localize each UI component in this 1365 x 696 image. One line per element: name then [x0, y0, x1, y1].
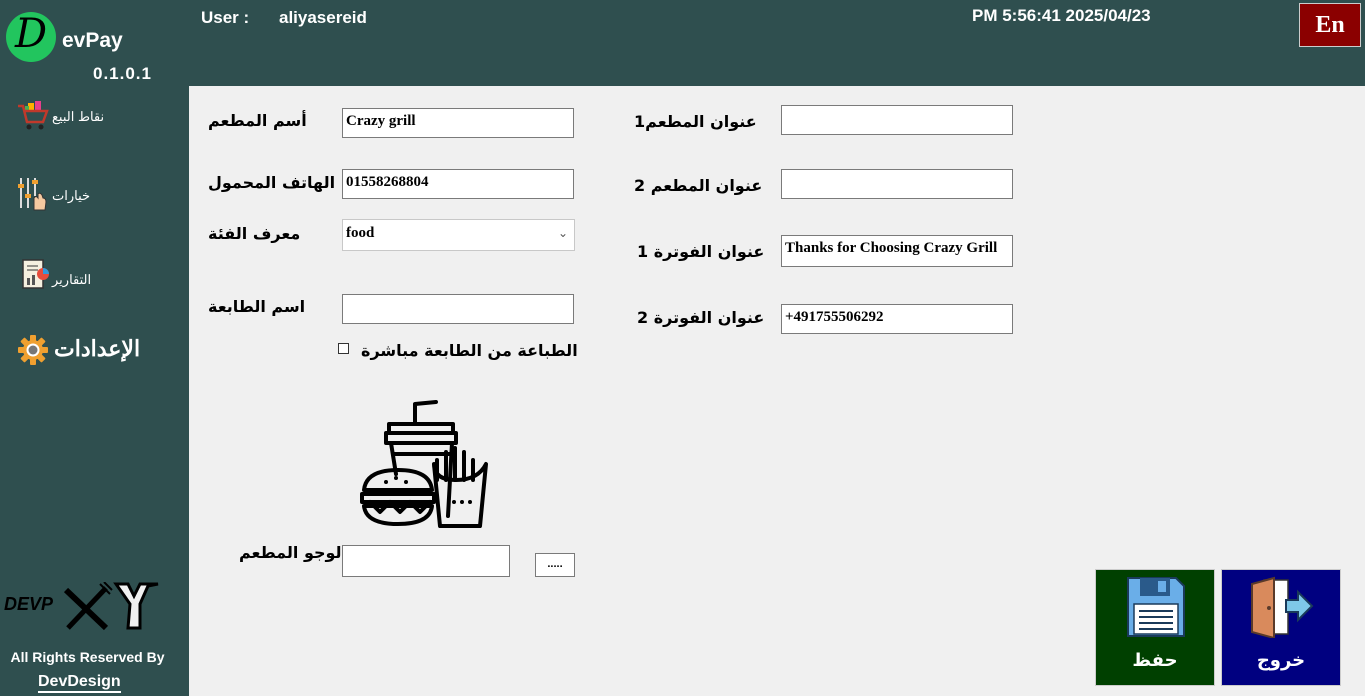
invoice-title2-input[interactable]: +491755506292 [781, 304, 1013, 334]
sidebar-item-settings[interactable]: الإعدادات [18, 333, 186, 369]
footer-logo: DEVP [4, 580, 164, 632]
restaurant-name-label: أسم المطعم [208, 111, 307, 130]
printer-input[interactable] [342, 294, 574, 324]
datetime-display: PM 5:56:41 2025/04/23 [972, 6, 1151, 25]
gear-icon [18, 335, 48, 365]
user-name: aliyasereid [279, 8, 367, 27]
save-button[interactable]: حفظ [1095, 569, 1215, 686]
fork-knife-icon [63, 582, 159, 631]
direct-print-checkbox[interactable] [338, 343, 349, 354]
sidebar-item-label: الإعدادات [54, 336, 141, 361]
category-select[interactable]: food ⌄ [342, 219, 575, 251]
language-button[interactable]: En [1299, 3, 1361, 47]
sidebar-item-pos[interactable]: نقاط البيع [16, 100, 186, 134]
restaurant-logo-image [360, 400, 488, 528]
mobile-label: الهاتف المحمول [208, 173, 336, 192]
exit-button[interactable]: خروج [1221, 569, 1341, 686]
logo-label: لوجو المطعم [239, 543, 342, 562]
direct-print-label: الطباعة من الطابعة مباشرة [361, 341, 578, 360]
invoice-title2-label: عنوان الفوترة 2 [637, 308, 765, 327]
options-sliders-icon [18, 178, 47, 211]
logo-path-input[interactable] [342, 545, 510, 577]
company-link[interactable]: DevDesign [38, 673, 121, 693]
category-label: معرف الفئة [208, 224, 301, 243]
floppy-disk-icon [1127, 577, 1185, 637]
address1-label: عنوان المطعم1 [634, 112, 757, 131]
sidebar-item-label: خيارات [52, 188, 91, 203]
rights-text: All Rights Reserved By [10, 649, 165, 665]
sidebar-item-label: التقارير [52, 272, 92, 287]
printer-label: اسم الطابعة [208, 297, 306, 316]
exit-button-label: خروج [1256, 650, 1306, 671]
chevron-down-icon: ⌄ [557, 226, 568, 240]
exit-door-icon [1251, 576, 1314, 638]
sidebar-item-label: نقاط البيع [52, 109, 105, 124]
user-label: User : [201, 8, 250, 27]
app-logo: D [6, 11, 56, 62]
shopping-cart-icon [18, 101, 49, 130]
app-version: 0.1.0.1 [93, 64, 152, 83]
app-name: evPay [62, 29, 123, 52]
sidebar-item-reports[interactable]: التقارير [20, 258, 186, 294]
restaurant-name-input[interactable]: Crazy grill [342, 108, 574, 138]
sidebar-item-options[interactable]: خيارات [16, 176, 186, 212]
browse-button[interactable]: ..... [535, 553, 575, 577]
invoice-title1-input[interactable]: Thanks for Choosing Crazy Grill [781, 235, 1013, 267]
address2-label: عنوان المطعم 2 [634, 176, 763, 195]
address1-input[interactable] [781, 105, 1013, 135]
address2-input[interactable] [781, 169, 1013, 199]
invoice-title1-label: عنوان الفوترة 1 [637, 242, 765, 261]
mobile-input[interactable]: 01558268804 [342, 169, 574, 199]
save-button-label: حفظ [1132, 650, 1178, 671]
reports-icon [22, 259, 49, 289]
